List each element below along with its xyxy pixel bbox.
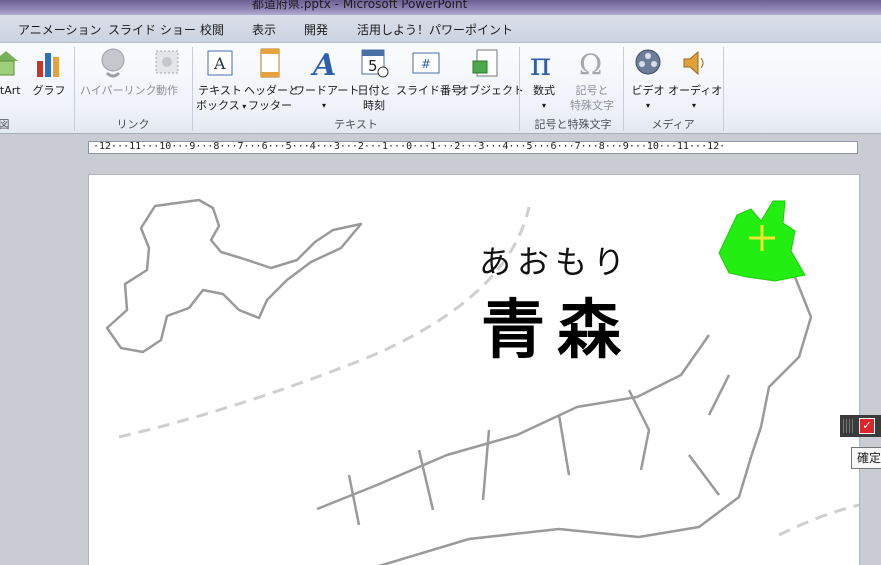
group-label-media: メディア (651, 118, 695, 131)
header-footer-button[interactable]: ヘッダーと フッター (244, 47, 299, 113)
textbox-icon: A (204, 47, 236, 79)
group-label-illustrations: 図 (0, 118, 10, 131)
datetime-label-1: 日付と (357, 84, 391, 97)
smartart-icon (0, 47, 24, 79)
drag-grip-icon[interactable] (843, 419, 853, 433)
omega-icon: Ω (576, 47, 608, 81)
textbox-label-1: テキスト (198, 84, 242, 97)
action-icon (151, 47, 183, 79)
action-label: 動作 (156, 84, 178, 97)
dropdown-arrow-icon: ▾ (691, 101, 696, 110)
datetime-button[interactable]: 5 日付と 時刻 (354, 47, 394, 113)
wordart-icon: A (308, 47, 340, 83)
prefecture-lines (347, 374, 731, 526)
svg-text:A: A (310, 48, 336, 79)
current-line-2 (778, 503, 859, 537)
globe-link-icon (97, 47, 129, 79)
svg-text:#: # (421, 57, 431, 71)
slide-canvas[interactable]: あおもり 青森 (89, 175, 859, 565)
horizontal-ruler[interactable]: ·12···11···10···9···8···7···6···5···4···… (88, 141, 858, 154)
slide-number-label: スライド番号 (396, 84, 462, 97)
ribbon: rtArt グラフ 図 ハイパーリンク 動作 リンク A テキスト ボックス ▾… (0, 43, 881, 134)
video-label: ビデオ (631, 84, 665, 97)
group-separator (519, 47, 520, 131)
svg-text:π: π (530, 47, 551, 79)
tab-custom[interactable]: 活用しよう！パワーポイント (357, 21, 513, 38)
speaker-icon (678, 47, 710, 79)
group-separator (74, 47, 75, 131)
title-bar: 都道府県.pptx - Microsoft PowerPoint (0, 0, 881, 15)
japan-map (105, 198, 859, 565)
slide-number-button[interactable]: # スライド番号 (396, 47, 462, 98)
confirm-check-icon[interactable]: ✓ (859, 418, 875, 434)
textbox-button[interactable]: A テキスト ボックス ▾ (196, 47, 246, 114)
prefecture-name[interactable]: 青森 (481, 279, 633, 371)
svg-text:5: 5 (368, 57, 378, 75)
group-separator (723, 47, 724, 131)
video-button[interactable]: ビデオ ▾ (628, 47, 668, 113)
datetime-label-2: 時刻 (363, 99, 385, 112)
calendar-icon: 5 (358, 47, 390, 79)
audio-button[interactable]: オーディオ ▾ (668, 47, 723, 113)
symbol-label-2: 特殊文字 (570, 99, 614, 112)
header-footer-label-2: フッター (248, 99, 292, 112)
tab-slideshow[interactable]: スライド ショー (108, 21, 196, 38)
object-button[interactable]: オブジェクト (458, 47, 524, 98)
dropdown-arrow-icon: ▾ (321, 101, 326, 110)
equation-button[interactable]: π 数式 ▾ (524, 45, 564, 113)
hyperlink-button[interactable]: ハイパーリンク (80, 47, 157, 98)
dropdown-arrow-icon: ▾ (645, 101, 650, 110)
tab-review[interactable]: 校閲 (200, 21, 224, 38)
svg-text:Ω: Ω (579, 48, 602, 79)
tab-view[interactable]: 表示 (252, 21, 276, 38)
symbol-button[interactable]: Ω 記号と 特殊文字 (566, 47, 618, 113)
textbox-label-2: ボックス (196, 99, 240, 112)
group-label-links: リンク (116, 118, 150, 131)
object-icon (470, 47, 502, 79)
symbol-label-1: 記号と (575, 84, 609, 97)
smartart-button[interactable]: rtArt (0, 47, 26, 98)
ribbon-tabs: アニメーション スライド ショー 校閲 表示 開発 活用しよう！パワーポイント (0, 15, 881, 43)
hokkaido-outline (105, 198, 363, 354)
current-line (118, 206, 531, 439)
group-label-symbols: 記号と特殊文字 (534, 118, 612, 131)
dropdown-arrow-icon: ▾ (541, 101, 546, 110)
action-button[interactable]: 動作 (148, 47, 186, 98)
wordart-label: ワードアート (294, 84, 360, 97)
ruler-scale: ·12···11···10···9···8···7···6···5···4···… (93, 141, 726, 152)
wordart-button[interactable]: A ワードアート ▾ (294, 47, 360, 113)
film-reel-icon (632, 47, 664, 79)
group-label-text: テキスト (334, 118, 378, 131)
group-separator (192, 47, 193, 131)
hyperlink-label: ハイパーリンク (80, 84, 157, 97)
object-label: オブジェクト (458, 84, 524, 97)
header-footer-label-1: ヘッダーと (244, 84, 299, 97)
floating-toolbar[interactable]: ✓ (840, 415, 881, 437)
confirm-tooltip: 確定 (851, 447, 881, 469)
svg-text:A: A (213, 54, 226, 73)
pi-icon: π (528, 45, 560, 83)
equation-label: 数式 (533, 84, 555, 97)
tab-developer[interactable]: 開発 (304, 21, 328, 38)
slide-number-icon: # (410, 47, 442, 79)
header-footer-icon (254, 47, 286, 79)
window-title: 都道府県.pptx - Microsoft PowerPoint (252, 0, 468, 11)
prefecture-reading[interactable]: あおもり (479, 237, 631, 283)
audio-label: オーディオ (668, 84, 723, 97)
smartart-label: rtArt (0, 84, 21, 97)
chart-label: グラフ (32, 84, 66, 97)
chart-button[interactable]: グラフ (30, 47, 68, 98)
group-separator (623, 47, 624, 131)
bar-chart-icon (33, 47, 65, 79)
tab-animations[interactable]: アニメーション (18, 21, 102, 38)
